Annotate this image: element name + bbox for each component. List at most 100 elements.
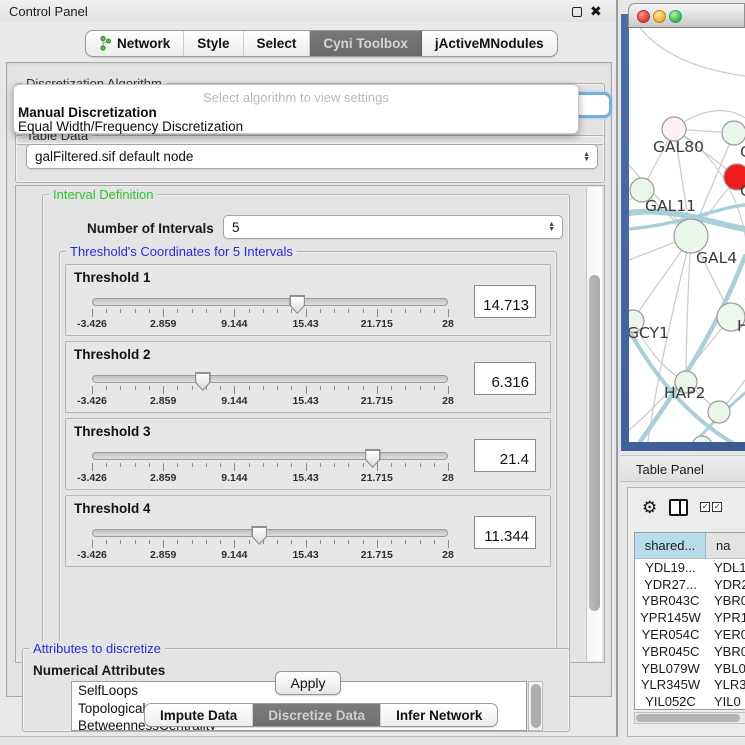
attributes-group-title: Attributes to discretize xyxy=(29,641,165,656)
tab-jactivemnodules[interactable]: jActiveMNodules xyxy=(422,31,557,56)
control-panel-titlebar: Control Panel ✖ xyxy=(0,0,616,22)
split-table-icon[interactable] xyxy=(669,499,688,516)
select-columns-icon[interactable]: ✓ ✓ xyxy=(700,502,722,512)
node-label-gal80: GAL80 xyxy=(653,138,704,156)
table-horizontal-scrollbar[interactable] xyxy=(634,712,745,724)
zoom-traffic-light-icon[interactable] xyxy=(669,10,682,23)
interval-definition-group: Interval Definition Number of Intervals … xyxy=(42,194,570,656)
threshold-3-label: Threshold 3 xyxy=(74,424,151,439)
float-window-icon[interactable] xyxy=(572,7,582,17)
algorithm-dropdown-popup: Select algorithm to view settings Manual… xyxy=(13,84,579,134)
table-row[interactable]: YPR145W YPR1 xyxy=(635,609,745,626)
threshold-3-value-field[interactable] xyxy=(474,439,536,472)
table-row[interactable]: YBR045C YBR0 xyxy=(635,643,745,660)
slider-ticks xyxy=(92,309,448,318)
table-row[interactable]: YLR345W YLR3 xyxy=(635,677,745,694)
table-row[interactable]: YDR27... YDR2 xyxy=(635,576,745,593)
node-bottom-2[interactable] xyxy=(692,436,712,442)
threshold-4-value-field[interactable] xyxy=(474,516,536,549)
cyni-main-panel: Discretization Algorithm Table Data galF… xyxy=(6,62,612,697)
apply-button[interactable]: Apply xyxy=(275,671,341,695)
combo-spinner-icon: ▲▼ xyxy=(548,222,555,232)
node-label-gcy1: GCY1 xyxy=(629,324,669,342)
table-data-group: Table Data galFiltered.sif default node … xyxy=(15,135,605,183)
combo-spinner-icon: ▲▼ xyxy=(583,152,590,162)
control-panel-window: Control Panel ✖ Network Style Select Cyn… xyxy=(0,0,618,737)
tab-cyni-toolbox[interactable]: Cyni Toolbox xyxy=(310,31,422,56)
checkbox-icon: ✓ xyxy=(700,502,710,512)
slider-ticks xyxy=(92,540,448,549)
node-bottom[interactable] xyxy=(708,401,730,423)
table-panel-toolbar: ⚙ ✓ ✓ xyxy=(628,488,745,526)
threshold-1-value-field[interactable] xyxy=(474,285,536,318)
thresholds-group-title: Threshold's Coordinates for 5 Intervals xyxy=(66,244,297,259)
table-panel-title: Table Panel xyxy=(636,462,704,477)
table-row[interactable]: YBL079W YBL0 xyxy=(635,660,745,677)
table-header-row: shared... na xyxy=(635,533,745,559)
numerical-attributes-label: Numerical Attributes xyxy=(33,663,165,678)
node-label-hap2: HAP2 xyxy=(664,384,705,402)
table-data-combo[interactable]: galFiltered.sif default node ▲▼ xyxy=(26,144,598,169)
control-panel-tabbar: Network Style Select Cyni Toolbox jActiv… xyxy=(85,30,558,57)
node-top-right[interactable] xyxy=(722,121,745,145)
threshold-1-label: Threshold 1 xyxy=(74,270,151,285)
table-row[interactable]: YBR043C YBR0 xyxy=(635,593,745,610)
tab-select[interactable]: Select xyxy=(244,31,311,56)
close-icon[interactable]: ✖ xyxy=(590,3,602,20)
attributes-list-scrollbar[interactable] xyxy=(528,681,543,731)
threshold-1-slider[interactable] xyxy=(92,298,448,306)
window-title: Control Panel xyxy=(9,4,88,19)
tab-style[interactable]: Style xyxy=(184,31,243,56)
gear-icon[interactable]: ⚙ xyxy=(642,499,657,516)
slider-ticks xyxy=(92,386,448,395)
checkbox-icon: ✓ xyxy=(712,502,722,512)
network-graph: GAL80 G C GAL11 GAL4 GCY1 H HAP2 xyxy=(629,28,745,442)
number-of-intervals-label: Number of Intervals xyxy=(87,221,214,236)
column-header-name[interactable]: na xyxy=(706,533,745,558)
node-label-partial-c: C xyxy=(740,182,745,200)
threshold-2-slider[interactable] xyxy=(92,375,448,383)
slider-tick-labels: -3.4262.8599.14415.4321.71528 xyxy=(92,395,448,407)
scrollbar-thumb[interactable] xyxy=(589,275,600,611)
node-label-partial-h: H xyxy=(737,317,745,335)
dropdown-item-equal-width-frequency[interactable]: Equal Width/Frequency Discretization xyxy=(17,119,577,134)
tab-infer-network[interactable]: Infer Network xyxy=(381,704,497,726)
table-row[interactable]: YER054C YER0 xyxy=(635,626,745,643)
table-data-combo-value: galFiltered.sif default node xyxy=(35,149,193,164)
tab-network-label: Network xyxy=(117,36,170,51)
network-window-titlebar xyxy=(628,3,745,28)
cyni-bottom-tabbar: Impute Data Discretize Data Infer Networ… xyxy=(144,703,498,727)
settings-vertical-scrollbar[interactable] xyxy=(586,187,602,661)
table-row[interactable]: YIL052C YIL0 xyxy=(635,693,745,710)
slider-tick-labels: -3.4262.8599.14415.4321.71528 xyxy=(92,472,448,484)
threshold-4-slider[interactable] xyxy=(92,529,448,537)
threshold-2-label: Threshold 2 xyxy=(74,347,151,362)
threshold-3-panel: Threshold 3 -3.4262.8599.14415.4321.7152… xyxy=(65,418,551,490)
threshold-2-value-field[interactable] xyxy=(474,362,536,395)
slider-tick-labels: -3.4262.8599.14415.4321.71528 xyxy=(92,549,448,561)
node-label-gal4: GAL4 xyxy=(696,249,737,267)
close-traffic-light-icon[interactable] xyxy=(637,10,650,23)
network-canvas[interactable]: GAL80 G C GAL11 GAL4 GCY1 H HAP2 xyxy=(629,28,745,442)
network-icon xyxy=(99,36,112,51)
thresholds-group: Threshold's Coordinates for 5 Intervals … xyxy=(59,251,557,651)
slider-ticks xyxy=(92,463,448,472)
table-rows: YDL19... YDL1 YDR27... YDR2 YBR043C YBR0 xyxy=(635,559,745,710)
node-label-gal11: GAL11 xyxy=(645,197,696,215)
number-of-intervals-combo[interactable]: 5 ▲▼ xyxy=(223,215,563,239)
number-of-intervals-value: 5 xyxy=(232,220,240,235)
minimize-traffic-light-icon[interactable] xyxy=(653,10,666,23)
dropdown-item-manual-discretization[interactable]: Manual Discretization xyxy=(17,105,577,120)
dropdown-hint: Select algorithm to view settings xyxy=(14,90,578,105)
tab-discretize-data[interactable]: Discretize Data xyxy=(253,704,381,726)
tab-impute-data[interactable]: Impute Data xyxy=(145,704,253,726)
tab-network[interactable]: Network xyxy=(86,31,184,56)
column-header-shared-name[interactable]: shared... xyxy=(635,533,706,558)
right-region: GAL80 G C GAL11 GAL4 GCY1 H HAP2 Table P… xyxy=(620,0,745,745)
threshold-3-slider[interactable] xyxy=(92,452,448,460)
interval-definition-title: Interval Definition xyxy=(49,187,157,202)
node-gal4[interactable] xyxy=(674,219,708,253)
threshold-1-panel: Threshold 1 -3.4262.8599.14415.4321.7152… xyxy=(65,264,551,336)
threshold-4-label: Threshold 4 xyxy=(74,501,151,516)
table-row[interactable]: YDL19... YDL1 xyxy=(635,559,745,576)
